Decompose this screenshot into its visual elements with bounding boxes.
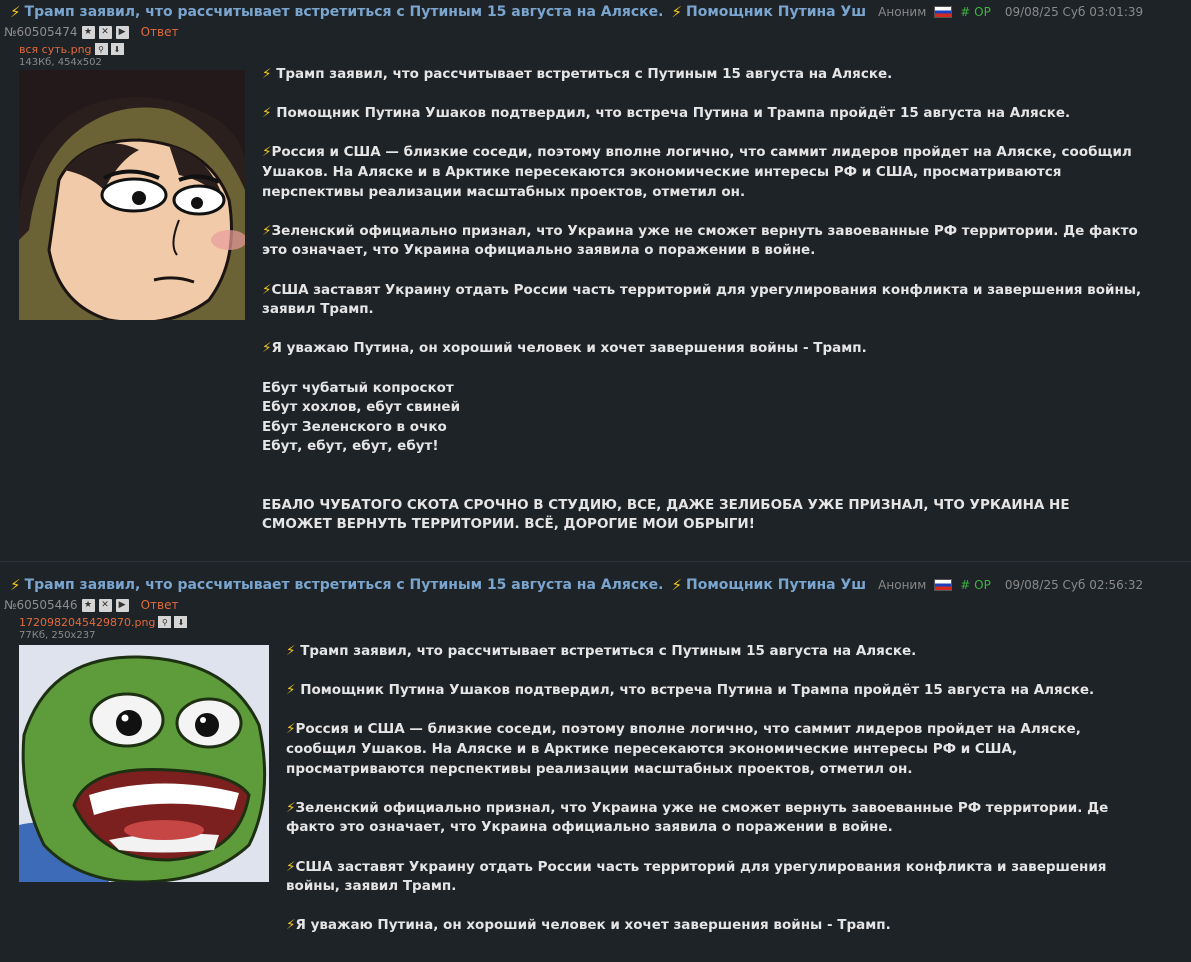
post-body: ⚡ Трамп заявил, что рассчитывает встрети… — [286, 642, 1146, 936]
post-header: ⚡ Трамп заявил, что рассчитывает встрети… — [10, 2, 1143, 22]
file-name-link[interactable]: вся суть.png — [19, 43, 92, 56]
post-image-thumbnail[interactable] — [19, 645, 269, 882]
post-paragraph: ⚡ Помощник Путина Ушаков подтвердил, что… — [286, 682, 1095, 699]
post-paragraph: ⚡ Трамп заявил, что рассчитывает встрети… — [262, 66, 893, 82]
post-paragraph: ⚡Я уважаю Путина, он хороший человек и х… — [262, 340, 867, 357]
post-header: ⚡ Трамп заявил, что рассчитывает встрети… — [10, 575, 1143, 595]
star-icon[interactable]: ★ — [81, 598, 95, 612]
post-paragraph: ЕБАЛО ЧУБАТОГО СКОТА СРОЧНО В СТУДИЮ, ВС… — [262, 496, 1070, 533]
lightning-icon: ⚡ — [10, 576, 21, 594]
post-subject-extra[interactable]: Помощник Путина Уш — [686, 4, 866, 20]
post-paragraph: ⚡ Помощник Путина Ушаков подтвердил, что… — [262, 105, 1071, 122]
post-subject-extra[interactable]: Помощник Путина Уш — [686, 577, 866, 593]
download-icon[interactable]: ⬇ — [110, 43, 124, 55]
post-paragraph: ⚡ Трамп заявил, что рассчитывает встрети… — [286, 643, 917, 659]
post-paragraph: ⚡США заставят Украину отдать России част… — [262, 281, 1142, 318]
lightning-icon: ⚡ — [286, 643, 296, 659]
play-icon[interactable]: ▶ — [115, 598, 129, 612]
op-badge: # OP — [960, 578, 991, 592]
post-subject[interactable]: Трамп заявил, что рассчитывает встретить… — [25, 577, 664, 593]
cartoon-boy-face-image — [19, 70, 245, 320]
poem-line: Ебут чубатый копроскот — [262, 379, 454, 396]
lightning-icon: ⚡ — [262, 66, 272, 82]
post-paragraph: ⚡Россия и США — близкие соседи, поэтому … — [286, 721, 1081, 777]
post-date: 09/08/25 Суб 03:01:39 — [1004, 5, 1144, 19]
russia-flag-icon — [934, 6, 953, 18]
file-meta: 143Кб, 454x502 — [19, 57, 102, 68]
close-icon[interactable]: ✕ — [98, 598, 112, 612]
post-number[interactable]: №60505446 — [4, 598, 78, 612]
post-author: Аноним — [878, 578, 927, 592]
lightning-icon: ⚡ — [671, 576, 683, 594]
file-info: вся суть.png ⚲ ⬇ — [19, 42, 124, 56]
search-icon[interactable]: ⚲ — [94, 43, 108, 55]
post-meta-row: №60505474 ★ ✕ ▶ Ответ — [4, 24, 178, 40]
close-icon[interactable]: ✕ — [98, 25, 112, 39]
poem-line: Ебут Зеленского в очко — [262, 418, 447, 435]
post-paragraph: ⚡Россия и США — близкие соседи, поэтому … — [262, 144, 1132, 200]
star-icon[interactable]: ★ — [81, 25, 95, 39]
lightning-icon: ⚡ — [286, 682, 296, 699]
post-paragraph: ⚡Я уважаю Путина, он хороший человек и х… — [286, 917, 891, 934]
lightning-icon: ⚡ — [10, 3, 21, 21]
poem-line: Ебут, ебут, ебут, ебут! — [262, 438, 439, 455]
op-badge: # OP — [960, 5, 991, 19]
file-name-link[interactable]: 1720982045429870.png — [19, 616, 155, 629]
post: ⚡ Трамп заявил, что рассчитывает встрети… — [0, 0, 1191, 561]
post-author: Аноним — [878, 5, 927, 19]
post-meta-row: №60505446 ★ ✕ ▶ Ответ — [4, 597, 178, 613]
file-meta: 77Кб, 250x237 — [19, 630, 96, 641]
download-icon[interactable]: ⬇ — [174, 616, 188, 628]
post: ⚡ Трамп заявил, что рассчитывает встрети… — [0, 562, 1191, 962]
play-icon[interactable]: ▶ — [115, 25, 129, 39]
post-number[interactable]: №60505474 — [4, 25, 78, 39]
poem-line: Ебут хохлов, ебут свиней — [262, 399, 461, 416]
pepe-frog-image — [19, 645, 269, 882]
post-paragraph: ⚡Зеленский официально признал, что Украи… — [262, 222, 1138, 259]
reply-link[interactable]: Ответ — [141, 598, 179, 612]
post-paragraph: ⚡США заставят Украину отдать России част… — [286, 858, 1107, 895]
search-icon[interactable]: ⚲ — [158, 616, 172, 628]
post-subject[interactable]: Трамп заявил, что рассчитывает встретить… — [25, 4, 664, 20]
file-info: 1720982045429870.png ⚲ ⬇ — [19, 615, 188, 629]
post-date: 09/08/25 Суб 02:56:32 — [1004, 578, 1144, 592]
post-paragraph: ⚡Зеленский официально признал, что Украи… — [286, 799, 1109, 836]
lightning-icon: ⚡ — [671, 3, 683, 21]
reply-link[interactable]: Ответ — [141, 25, 179, 39]
lightning-icon: ⚡ — [262, 105, 272, 122]
post-image-thumbnail[interactable] — [19, 70, 245, 320]
russia-flag-icon — [934, 579, 953, 591]
post-body: ⚡ Трамп заявил, что рассчитывает встрети… — [262, 65, 1142, 535]
